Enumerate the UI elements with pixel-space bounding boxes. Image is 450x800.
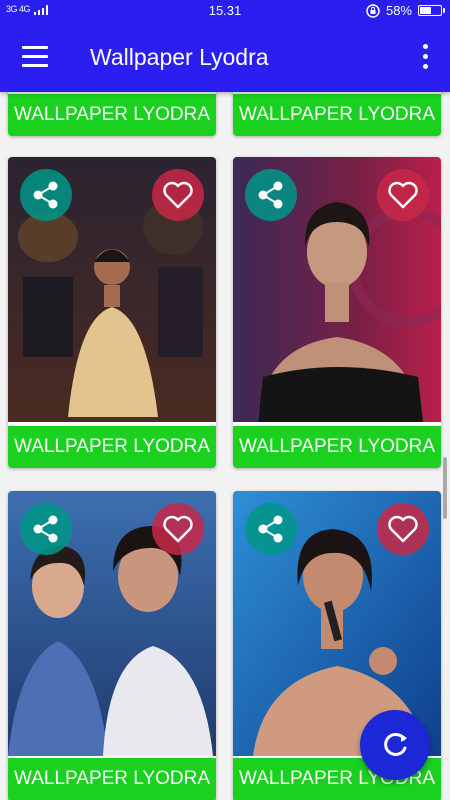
app-title: Wallpaper Lyodra <box>90 44 269 70</box>
hamburger-menu-icon[interactable] <box>22 46 48 68</box>
card-label-button[interactable]: WALLPAPER LYODRA <box>233 426 441 468</box>
card-label-button[interactable]: WALLPAPER LYODRA <box>233 94 441 136</box>
card-label-button[interactable]: WALLPAPER LYODRA <box>8 758 216 800</box>
scrollbar[interactable] <box>443 457 447 519</box>
heart-outline-icon[interactable] <box>377 503 429 555</box>
heart-outline-icon[interactable] <box>152 169 204 221</box>
battery-icon <box>418 5 445 16</box>
heart-outline-icon[interactable] <box>377 169 429 221</box>
card-label-button[interactable]: WALLPAPER LYODRA <box>8 426 216 468</box>
app-bar: Wallpaper Lyodra <box>0 22 450 92</box>
battery-percent: 58% <box>385 3 412 18</box>
wallpaper-card[interactable]: WALLPAPER LYODRA <box>8 157 216 468</box>
lock-rotation-icon <box>366 3 380 18</box>
share-icon[interactable] <box>245 169 297 221</box>
share-icon[interactable] <box>20 169 72 221</box>
share-icon[interactable] <box>245 503 297 555</box>
wallpaper-card[interactable]: WALLPAPER LYODRA <box>233 157 441 468</box>
status-bar: 3G 4G 15.31 58% <box>0 0 450 22</box>
heart-outline-icon[interactable] <box>152 503 204 555</box>
refresh-icon[interactable] <box>360 710 430 780</box>
card-label-button[interactable]: WALLPAPER LYODRA <box>8 94 216 136</box>
wallpaper-card[interactable]: WALLPAPER LYODRA <box>8 491 216 800</box>
share-icon[interactable] <box>20 503 72 555</box>
more-vert-icon[interactable] <box>420 44 430 70</box>
